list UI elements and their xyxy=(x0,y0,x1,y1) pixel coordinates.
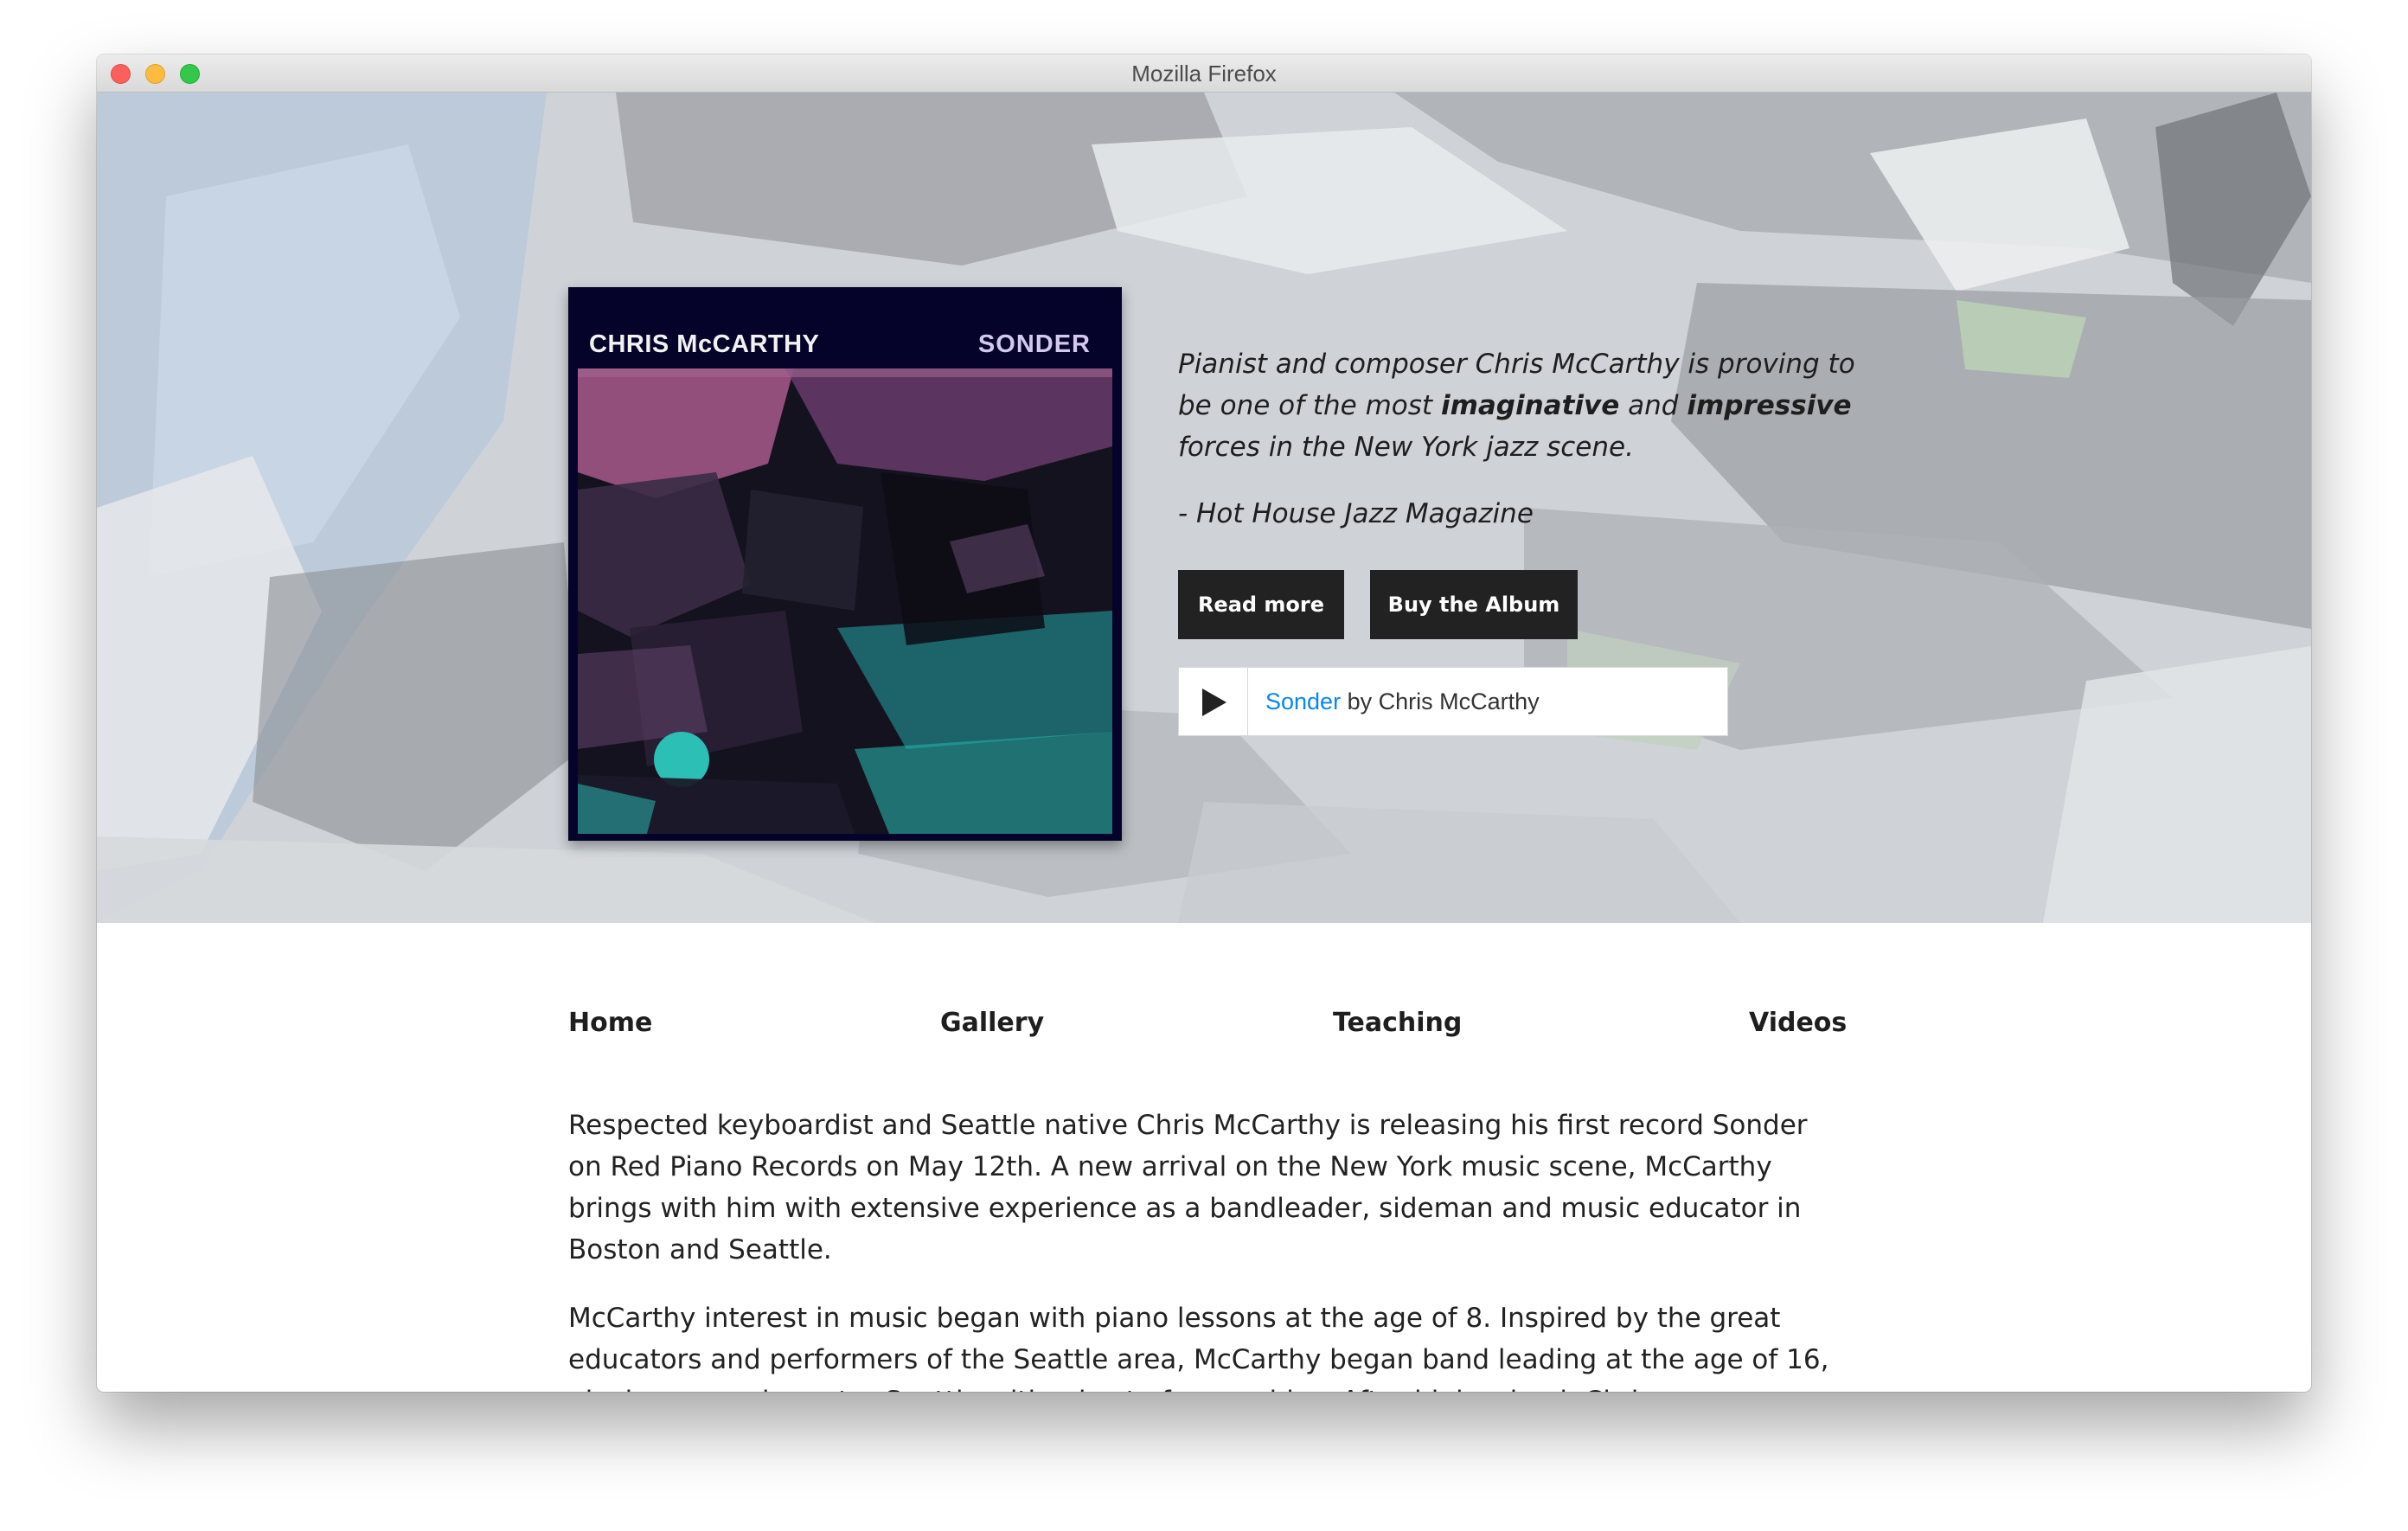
press-quote: Pianist and composer Chris McCarthy is p… xyxy=(1178,343,1887,468)
player-track-info: Sonder by Chris McCarthy xyxy=(1265,668,1540,735)
quote-source: - Hot House Jazz Magazine xyxy=(1178,498,1534,529)
nav-teaching[interactable]: Teaching xyxy=(1333,1008,1462,1038)
track-link[interactable]: Sonder xyxy=(1265,689,1341,714)
browser-window: Mozilla Firefox CHRIS McCARTHY SONDER Pi… xyxy=(97,54,2311,1392)
audio-player: Sonder by Chris McCarthy xyxy=(1178,667,1728,736)
album-cover: CHRIS McCARTHY SONDER xyxy=(568,287,1122,841)
buy-album-button[interactable]: Buy the Album xyxy=(1370,570,1578,639)
quote-text: forces in the New York jazz scene. xyxy=(1178,432,1634,463)
track-artist: by Chris McCarthy xyxy=(1341,689,1540,714)
bio-paragraph: Respected keyboardist and Seattle native… xyxy=(568,1110,1808,1265)
quote-text: and xyxy=(1619,390,1688,421)
hero-section: CHRIS McCARTHY SONDER Pianist and compos… xyxy=(97,93,2311,923)
nav-home[interactable]: Home xyxy=(568,1008,652,1038)
read-more-button[interactable]: Read more xyxy=(1178,570,1344,639)
play-icon[interactable] xyxy=(1179,668,1248,735)
quote-emphasis: imaginative xyxy=(1440,390,1620,421)
bio-paragraph: McCarthy interest in music began with pi… xyxy=(568,1303,1829,1392)
nav-videos[interactable]: Videos xyxy=(1749,1008,1847,1038)
album-artist: CHRIS McCARTHY xyxy=(589,330,820,358)
window-title: Mozilla Firefox xyxy=(1131,61,1277,86)
quote-emphasis: impressive xyxy=(1687,390,1852,421)
title-bar: Mozilla Firefox xyxy=(97,54,2311,93)
album-artwork xyxy=(578,368,1112,834)
nav-gallery[interactable]: Gallery xyxy=(940,1008,1044,1038)
album-title: SONDER xyxy=(977,330,1091,358)
